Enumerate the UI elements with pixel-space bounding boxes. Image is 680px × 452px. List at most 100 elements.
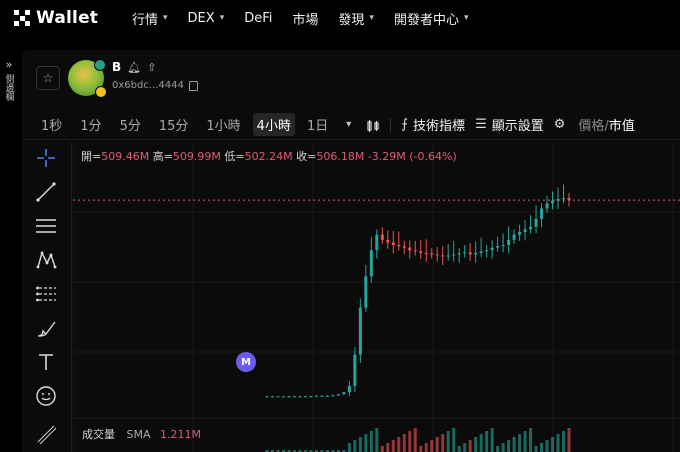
brand-logo[interactable]: Wallet — [14, 8, 114, 28]
volume-bar — [523, 431, 527, 452]
candle-body — [287, 396, 291, 398]
nav-item-marketplace[interactable]: 市場 — [292, 9, 318, 28]
candle-body — [446, 255, 450, 257]
fibonacci-tool[interactable] — [34, 282, 58, 306]
candle-body — [457, 253, 461, 255]
candle-body — [270, 396, 274, 398]
nav-label: 行情 — [132, 12, 159, 28]
volume-bar — [468, 440, 472, 452]
crosshair-tool[interactable] — [34, 146, 58, 170]
brush-tool[interactable] — [34, 316, 58, 340]
volume-bar — [424, 443, 428, 452]
nav-item-developer[interactable]: 開發者中心 ▾ — [394, 9, 469, 28]
display-settings-button[interactable]: ☰ 顯示設置 — [475, 115, 544, 134]
candle-body — [364, 276, 368, 308]
timeframe-1s[interactable]: 1秒 — [37, 113, 66, 136]
volume-bar — [485, 431, 489, 452]
candle-body — [540, 208, 544, 219]
candle-body — [490, 247, 494, 251]
gear-icon: ⚙ — [553, 117, 566, 132]
volume-bar — [364, 434, 368, 452]
timeframe-1d[interactable]: 1日 — [303, 113, 332, 136]
volume-bar — [452, 428, 456, 452]
candle-body — [265, 396, 269, 398]
volume-bar — [353, 440, 357, 452]
chain-badge-icon — [94, 59, 106, 71]
volume-bar — [545, 440, 549, 452]
candle-body — [463, 252, 467, 254]
candle-body — [419, 251, 423, 253]
token-address: 0x6bdc...4444 — [112, 80, 184, 91]
candle-body — [518, 232, 522, 235]
volume-bar — [463, 443, 467, 452]
sidebar-toggle[interactable]: » 側邊欄 — [0, 58, 18, 118]
candle-body — [320, 395, 324, 397]
open-value: 509.46M — [101, 150, 150, 163]
trend-line-icon — [36, 182, 56, 202]
timeframe-more-chevron-icon[interactable]: ▾ — [346, 119, 351, 130]
candle-body — [408, 247, 412, 251]
candle-body — [309, 396, 313, 398]
volume-bar — [380, 446, 384, 452]
event-marker[interactable]: M — [236, 352, 256, 372]
pattern-tool[interactable] — [34, 248, 58, 272]
high-label: 高= — [152, 150, 173, 163]
timeframe-4h[interactable]: 4小時 — [252, 113, 295, 136]
timeframe-5m[interactable]: 5分 — [116, 113, 145, 136]
pattern-icon — [36, 251, 57, 269]
candle-body — [485, 250, 489, 252]
volume-bar — [430, 440, 434, 452]
price-mcap-toggle[interactable]: 價格/市值 — [578, 115, 634, 134]
candle-body — [369, 250, 373, 277]
volume-legend: 成交量 SMA 1.211M — [82, 426, 201, 442]
timeframe-1m[interactable]: 1分 — [76, 113, 105, 136]
close-label: 收= — [296, 150, 317, 163]
brand-name: Wallet — [36, 8, 99, 28]
candle-body — [496, 246, 500, 248]
copy-icon[interactable] — [188, 80, 198, 91]
candle-body — [441, 255, 445, 257]
fibonacci-icon — [36, 286, 56, 302]
drawing-tools — [22, 142, 72, 452]
token-name: B — [112, 60, 122, 74]
candle-body — [534, 218, 538, 227]
text-tool[interactable] — [34, 350, 58, 374]
price-toggle-label: 價格 — [578, 119, 605, 134]
share-icon[interactable]: ⇧ — [147, 61, 156, 74]
volume-bar — [567, 428, 571, 452]
timeframe-15m[interactable]: 15分 — [155, 113, 193, 136]
volume-bar — [496, 446, 500, 452]
emoji-tool[interactable] — [34, 384, 58, 408]
nav-item-defi[interactable]: DeFi — [244, 11, 272, 26]
bell-alert-icon[interactable]: 🔔︎ — [127, 61, 141, 74]
candle-body — [479, 251, 483, 253]
gear-button[interactable]: ⚙ — [554, 117, 571, 132]
brush-icon — [37, 321, 56, 337]
horizontal-lines-tool[interactable] — [34, 214, 58, 238]
candle-body — [507, 239, 511, 246]
candlestick-type-icon[interactable] — [366, 118, 380, 132]
ruler-icon — [37, 425, 57, 445]
nav-item-dex[interactable]: DEX ▾ — [188, 11, 225, 26]
nav-item-market[interactable]: 行情 ▾ — [132, 9, 168, 28]
trend-line-tool[interactable] — [34, 180, 58, 204]
volume-bar — [540, 443, 544, 452]
candle-body — [380, 234, 384, 240]
candle-body — [276, 396, 280, 398]
candles — [265, 184, 571, 398]
timeframe-1h[interactable]: 1小時 — [202, 113, 244, 136]
favorite-star-button[interactable]: ☆ — [36, 66, 60, 90]
chart-canvas[interactable] — [73, 142, 680, 452]
candlestick-chart[interactable]: 開=509.46M 高=509.99M 低=502.24M 收=506.18M … — [73, 142, 680, 452]
volume-bar — [358, 437, 362, 452]
indicators-button[interactable]: ⨍ 技術指標 — [401, 115, 465, 134]
double-chevron-right-icon: » — [5, 58, 13, 71]
ruler-tool[interactable] — [34, 422, 58, 446]
nav-item-discover[interactable]: 發現 ▾ — [338, 9, 374, 28]
main-nav: 行情 ▾ DEX ▾ DeFi 市場 發現 ▾ 開發者中心 ▾ — [132, 9, 488, 28]
text-icon — [39, 354, 53, 370]
candle-body — [468, 252, 472, 255]
chart-toolbar: 1秒 1分 5分 15分 1小時 4小時 1日 ▾ ⨍ 技術指標 ☰ 顯示設置 ⚙ … — [22, 110, 680, 140]
mcap-toggle-label: 市值 — [608, 119, 635, 134]
volume-bar — [435, 437, 439, 452]
